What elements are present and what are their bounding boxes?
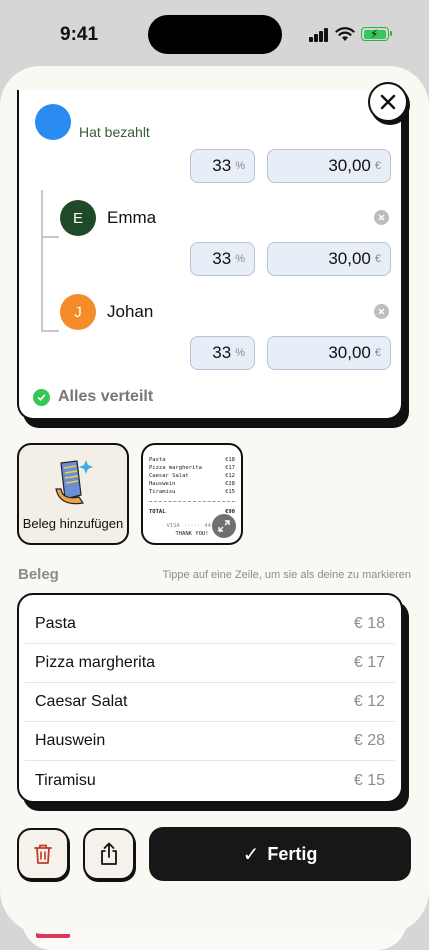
receipt-thumbnail[interactable]: Pasta €18 Pizza margherita €17 Caesar Sala… (141, 443, 243, 545)
payer-percent-field[interactable]: 33% (190, 149, 255, 183)
battery-icon: ⚡ (361, 27, 392, 41)
payer-amount-field[interactable]: 30,00 € (267, 149, 391, 183)
delete-button[interactable] (17, 828, 69, 880)
payer-status: Hat bezahlt (79, 124, 150, 140)
wifi-icon (335, 27, 355, 41)
add-receipt-label: Beleg hinzufügen (22, 516, 124, 531)
status-bar: 9:41 ⚡ (0, 0, 429, 66)
emma-amount-field[interactable]: 30,00 € (267, 242, 391, 276)
receipt-row[interactable]: Pizza margherita € 17 (25, 644, 395, 683)
payer-avatar[interactable] (35, 104, 71, 140)
done-button[interactable]: ✓ Fertig (149, 827, 411, 881)
receipt-section-title: Beleg (18, 566, 59, 583)
add-receipt-button[interactable]: Beleg hinzufügen (17, 443, 129, 545)
member-avatar-emma[interactable]: E (60, 200, 96, 236)
check-circle-icon (33, 388, 50, 406)
remove-johan-button[interactable] (374, 304, 389, 319)
status-time: 9:41 (60, 24, 99, 45)
johan-amount-field[interactable]: 30,00 € (267, 336, 391, 370)
receipt-section-hint: Tippe auf eine Zeile, um sie als deine z… (162, 569, 411, 581)
receipt-row[interactable]: Tiramisu € 15 (25, 761, 395, 800)
receipt-row[interactable]: Hauswein € 28 (25, 722, 395, 761)
johan-percent-field[interactable]: 33% (190, 336, 255, 370)
close-button[interactable] (368, 82, 408, 122)
member-name-johan: Johan (107, 302, 154, 321)
remove-icon (378, 308, 385, 315)
remove-emma-button[interactable] (374, 210, 389, 225)
dynamic-island (148, 15, 282, 54)
distribution-status: Alles verteilt (33, 388, 153, 406)
remove-icon (378, 214, 385, 221)
receipt-row[interactable]: Pasta € 18 (25, 605, 395, 644)
split-card: Hat bezahlt 33% 30,00 € E Emma 33% 30,00 €… (17, 90, 403, 420)
receipt-illustration-icon (55, 460, 93, 505)
member-avatar-johan[interactable]: J (60, 294, 96, 330)
emma-percent-field[interactable]: 33% (190, 242, 255, 276)
expand-icon (218, 520, 230, 532)
signal-icon (309, 28, 329, 42)
expand-button[interactable] (212, 514, 236, 538)
share-icon (101, 842, 117, 865)
tree-line (41, 190, 43, 332)
share-button[interactable] (83, 828, 135, 880)
receipt-row[interactable]: Caesar Salat € 12 (25, 683, 395, 722)
trash-icon (34, 844, 52, 864)
receipt-list: Pasta € 18 Pizza margherita € 17 Caesar … (17, 593, 403, 803)
checkmark-icon: ✓ (242, 842, 260, 866)
close-icon (380, 94, 396, 110)
member-name-emma: Emma (107, 208, 157, 227)
